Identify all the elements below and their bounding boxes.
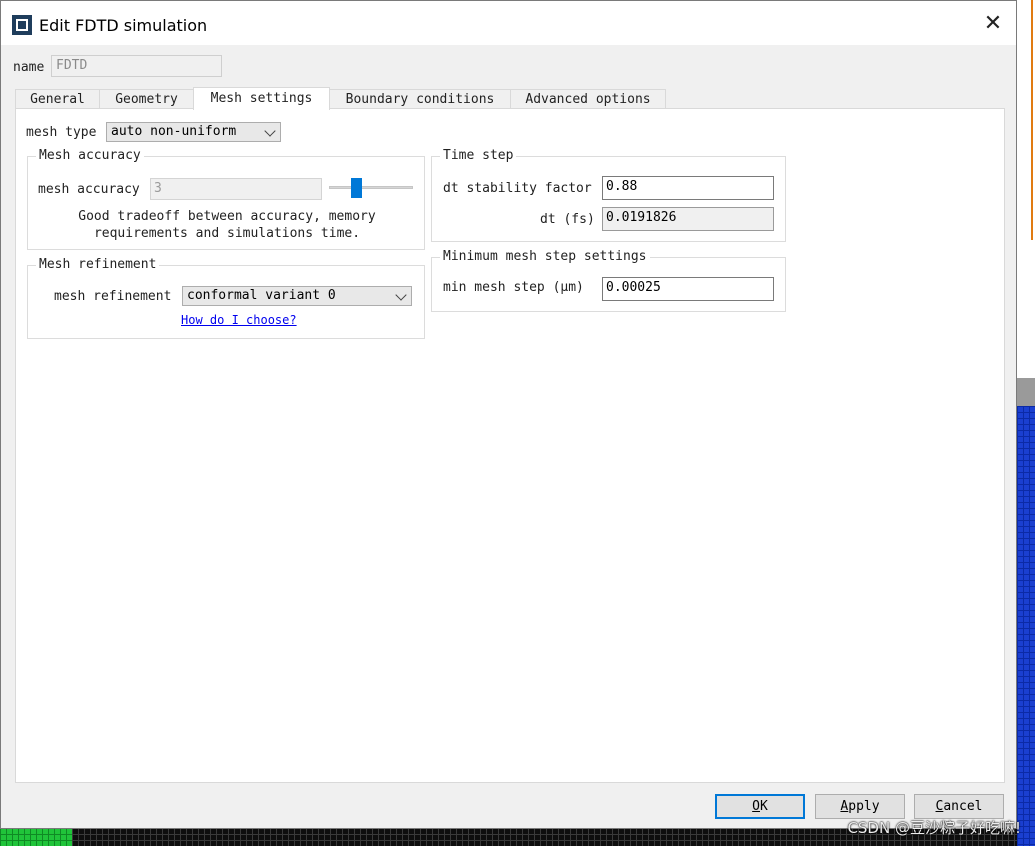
watermark: CSDN @豆沙粽子好吃嘛! [847,819,1021,837]
mesh-type-select[interactable]: auto non-uniform [106,122,281,142]
background-app-right [1017,0,1035,846]
background-gray-strip [1017,378,1035,406]
dt-field[interactable]: 0.0191826 [602,207,774,231]
mesh-refinement-group: Mesh refinement mesh refinement conforma… [27,257,425,339]
dialog-title: Edit FDTD simulation [39,16,208,35]
cancel-button[interactable]: Cancel [914,794,1004,819]
mesh-accuracy-field[interactable]: 3 [150,178,322,200]
chevron-down-icon [264,125,276,137]
mesh-settings-panel: mesh type auto non-uniform Mesh accuracy… [15,108,1005,783]
mesh-refinement-title: Mesh refinement [36,257,160,272]
time-step-group: Time step dt stability factor 0.88 dt (f… [431,148,786,242]
mesh-refinement-value: conformal variant 0 [187,288,336,303]
mesh-refinement-select[interactable]: conformal variant 0 [182,286,412,306]
how-do-i-choose-link[interactable]: How do I choose? [181,313,297,327]
mesh-accuracy-label: mesh accuracy [38,182,140,197]
mesh-accuracy-slider-thumb[interactable] [350,178,362,198]
mesh-accuracy-group: Mesh accuracy mesh accuracy 3 Good trade… [27,148,426,250]
ok-label: K [760,799,768,814]
tab-geometry[interactable]: Geometry [99,89,194,110]
app-window-icon [12,15,32,35]
min-mesh-step-field[interactable]: 0.00025 [602,277,774,301]
tab-mesh-settings[interactable]: Mesh settings [193,87,330,110]
title-bar[interactable]: Edit FDTD simulation ✕ [1,1,1016,45]
min-mesh-step-group: Minimum mesh step settings min mesh step… [431,249,786,312]
min-mesh-step-title: Minimum mesh step settings [440,249,650,264]
background-orange-line [1031,0,1033,240]
chevron-down-icon [395,289,407,301]
ok-accelerator: O [752,799,760,814]
ok-button[interactable]: OK [715,794,805,819]
tab-boundary-conditions[interactable]: Boundary conditions [329,89,511,110]
dt-stability-label: dt stability factor [443,181,592,196]
apply-button[interactable]: Apply [815,794,905,819]
dt-label: dt (fs) [540,212,595,227]
cancel-label: ancel [943,799,983,814]
tab-advanced-options[interactable]: Advanced options [510,89,666,110]
mesh-accuracy-slider-track[interactable] [329,186,413,189]
hint-line-1: Good tradeoff between accuracy, memory [78,209,376,224]
tab-general[interactable]: General [15,89,100,110]
hint-line-2: requirements and simulations time. [93,226,361,241]
mesh-accuracy-hint: Good tradeoff between accuracy, memory r… [28,208,426,242]
name-field[interactable]: FDTD [51,55,222,77]
mesh-type-label: mesh type [26,125,97,140]
dt-stability-field[interactable]: 0.88 [602,176,774,200]
background-green-mesh [0,828,72,846]
mesh-type-value: auto non-uniform [111,124,237,139]
close-icon: ✕ [983,10,1003,36]
edit-fdtd-dialog: Edit FDTD simulation ✕ name FDTD General… [0,0,1017,829]
min-mesh-step-label: min mesh step (μm) [443,280,584,295]
close-button[interactable]: ✕ [970,1,1016,45]
apply-label: pply [848,799,880,814]
mesh-refinement-label: mesh refinement [54,289,172,304]
name-label: name [13,60,45,75]
background-blue-mesh [1017,406,1035,846]
mesh-accuracy-title: Mesh accuracy [36,148,144,163]
time-step-title: Time step [440,148,517,163]
